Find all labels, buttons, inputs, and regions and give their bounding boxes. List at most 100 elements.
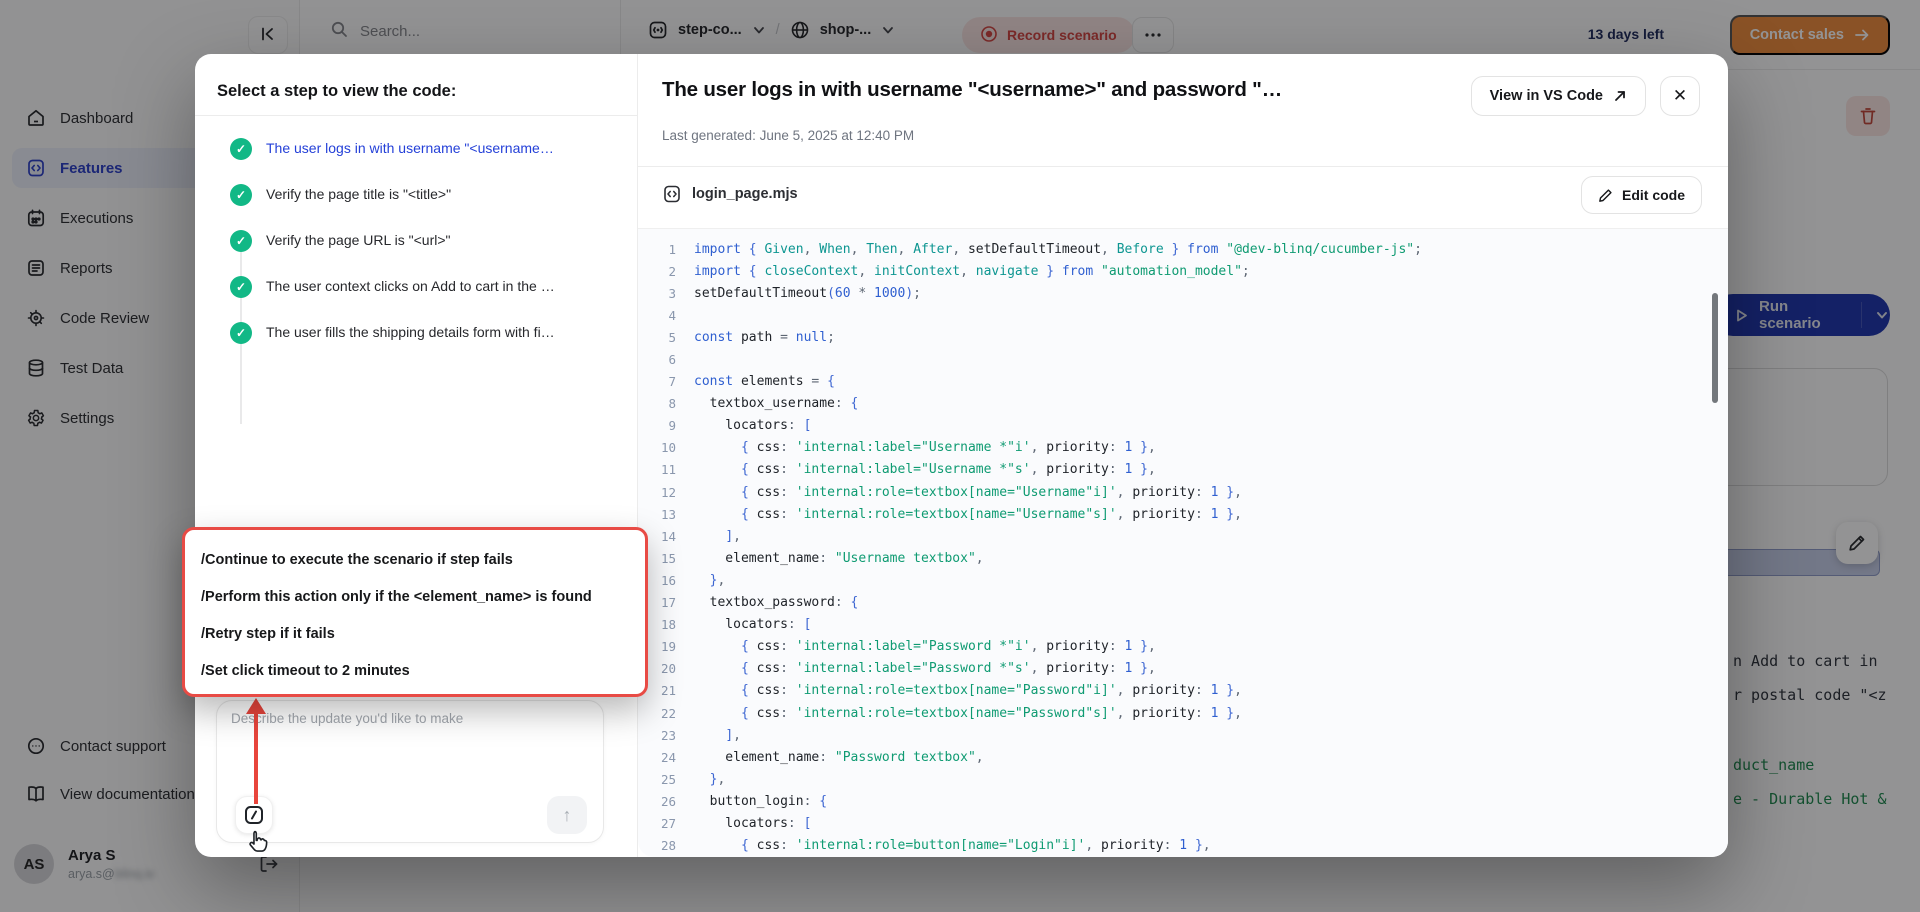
code-text: { css: 'internal:label="Password *"s', p… [694,661,1156,676]
line-number: 2 [638,264,694,279]
code-line: 19 { css: 'internal:label="Password *"i'… [638,636,1728,658]
step-check-icon: ✓ [230,184,252,206]
close-icon: ✕ [1673,86,1687,106]
code-panel: The user logs in with username "<usernam… [638,54,1728,857]
step-item[interactable]: ✓ Verify the page URL is "<url>" [195,230,638,276]
code-line: 18 locators: [ [638,614,1728,636]
line-number: 23 [638,728,694,743]
code-line: 21 { css: 'internal:role=textbox[name="P… [638,680,1728,702]
code-line: 27 locators: [ [638,812,1728,834]
edit-code-button[interactable]: Edit code [1581,176,1702,214]
code-line: 4 [638,304,1728,326]
code-line: 25 }, [638,768,1728,790]
step-item[interactable]: ✓The user fills the shipping details for… [195,322,638,368]
code-line: 16 }, [638,569,1728,591]
code-line: 6 [638,348,1728,370]
code-line: 10 { css: 'internal:label="Username *"i'… [638,437,1728,459]
slash-command-item[interactable]: /Set click timeout to 2 minutes [185,652,645,689]
code-text: { css: 'internal:role=button[name="Login… [694,838,1211,853]
code-line: 28 { css: 'internal:role=button[name="Lo… [638,835,1728,857]
line-number: 22 [638,706,694,721]
code-text: locators: [ [694,418,811,433]
code-line: 9 locators: [ [638,415,1728,437]
line-number: 25 [638,772,694,787]
line-number: 6 [638,352,694,367]
file-chip[interactable]: login_page.mjs [662,184,798,204]
code-line: 3setDefaultTimeout(60 * 1000); [638,282,1728,304]
code-text: textbox_username: { [694,396,858,411]
line-number: 28 [638,838,694,853]
code-text: const elements = { [694,374,835,389]
slash-command-item[interactable]: /Retry step if it fails [185,615,645,652]
code-text: ], [694,728,741,743]
code-text: locators: [ [694,617,811,632]
code-line: 13 { css: 'internal:role=textbox[name="U… [638,503,1728,525]
code-text: { css: 'internal:role=textbox[name="Pass… [694,683,1242,698]
code-line: 22 { css: 'internal:role=textbox[name="P… [638,702,1728,724]
code-text: ], [694,529,741,544]
close-button[interactable]: ✕ [1660,76,1700,116]
step-item[interactable]: ✓ The user logs in with username "<userna… [195,138,638,184]
code-line: 1import { Given, When, Then, After, setD… [638,238,1728,260]
step-check-icon: ✓ [230,230,252,252]
annotation-arrow-shaft [254,712,258,804]
step-check-icon: ✓ [230,276,252,298]
filename: login_page.mjs [692,186,798,202]
step-label: The user context clicks on Add to cart i… [266,276,555,294]
code-text: button_login: { [694,794,827,809]
line-number: 24 [638,750,694,765]
send-button[interactable]: ↑ [547,796,587,834]
code-text: { css: 'internal:label="Username *"s', p… [694,462,1156,477]
divider [195,115,638,116]
pencil-icon [1598,188,1613,203]
code-text: element_name: "Password textbox", [694,750,984,765]
slash-command-item[interactable]: /Continue to execute the scenario if ste… [185,541,645,578]
step-label: Verify the page URL is "<url>" [266,230,451,248]
file-code-icon [662,184,682,204]
code-text: textbox_password: { [694,595,858,610]
code-line: 26 button_login: { [638,790,1728,812]
update-description-input[interactable] [231,711,589,791]
code-line: 11 { css: 'internal:label="Username *"s'… [638,459,1728,481]
code-text: import { Given, When, Then, After, setDe… [694,242,1422,257]
step-label: The user fills the shipping details form… [266,322,555,340]
code-text: { css: 'internal:label="Username *"i', p… [694,440,1156,455]
step-item[interactable]: ✓ The user context clicks on Add to cart … [195,276,638,322]
line-number: 26 [638,794,694,809]
edit-code-label: Edit code [1622,187,1685,203]
view-in-vscode-label: View in VS Code [1490,88,1603,104]
code-scrollbar[interactable] [1712,293,1718,403]
code-text: { css: 'internal:label="Password *"i', p… [694,639,1156,654]
code-view-modal: Select a step to view the code: ✓The use… [195,54,1728,857]
code-line: 15 element_name: "Username textbox", [638,547,1728,569]
step-list: ✓ The user logs in with username "<userna… [195,138,638,368]
code-line: 12 { css: 'internal:role=textbox[name="U… [638,481,1728,503]
code-line: 23 ], [638,724,1728,746]
step-selector-title: Select a step to view the code: [217,82,456,101]
code-text: { css: 'internal:role=textbox[name="User… [694,485,1242,500]
step-check-icon: ✓ [230,138,252,160]
code-line: 20 { css: 'internal:label="Password *"s'… [638,658,1728,680]
step-title: The user logs in with username "<usernam… [662,78,1452,102]
line-number: 1 [638,242,694,257]
slash-commands-popup: /Continue to execute the scenario if ste… [182,527,648,697]
step-selector-panel: Select a step to view the code: ✓The use… [195,54,638,857]
line-number: 13 [638,507,694,522]
slash-command-item[interactable]: /Perform this action only if the <elemen… [185,578,645,615]
line-number: 10 [638,440,694,455]
code-text: locators: [ [694,816,811,831]
step-item[interactable]: ✓ Verify the page title is "<title>" [195,184,638,230]
external-link-icon [1613,89,1627,103]
line-number: 27 [638,816,694,831]
code-line: 17 textbox_password: { [638,592,1728,614]
line-number: 4 [638,308,694,323]
view-in-vscode-button[interactable]: View in VS Code [1471,76,1646,116]
line-number: 3 [638,286,694,301]
line-number: 11 [638,462,694,477]
code-text: }, [694,772,725,787]
step-label: The user logs in with username "<usernam… [266,138,554,156]
code-text: }, [694,573,725,588]
step-label: Verify the page title is "<title>" [266,184,451,202]
code-line: 5const path = null; [638,326,1728,348]
code-editor[interactable]: 1import { Given, When, Then, After, setD… [638,228,1728,857]
